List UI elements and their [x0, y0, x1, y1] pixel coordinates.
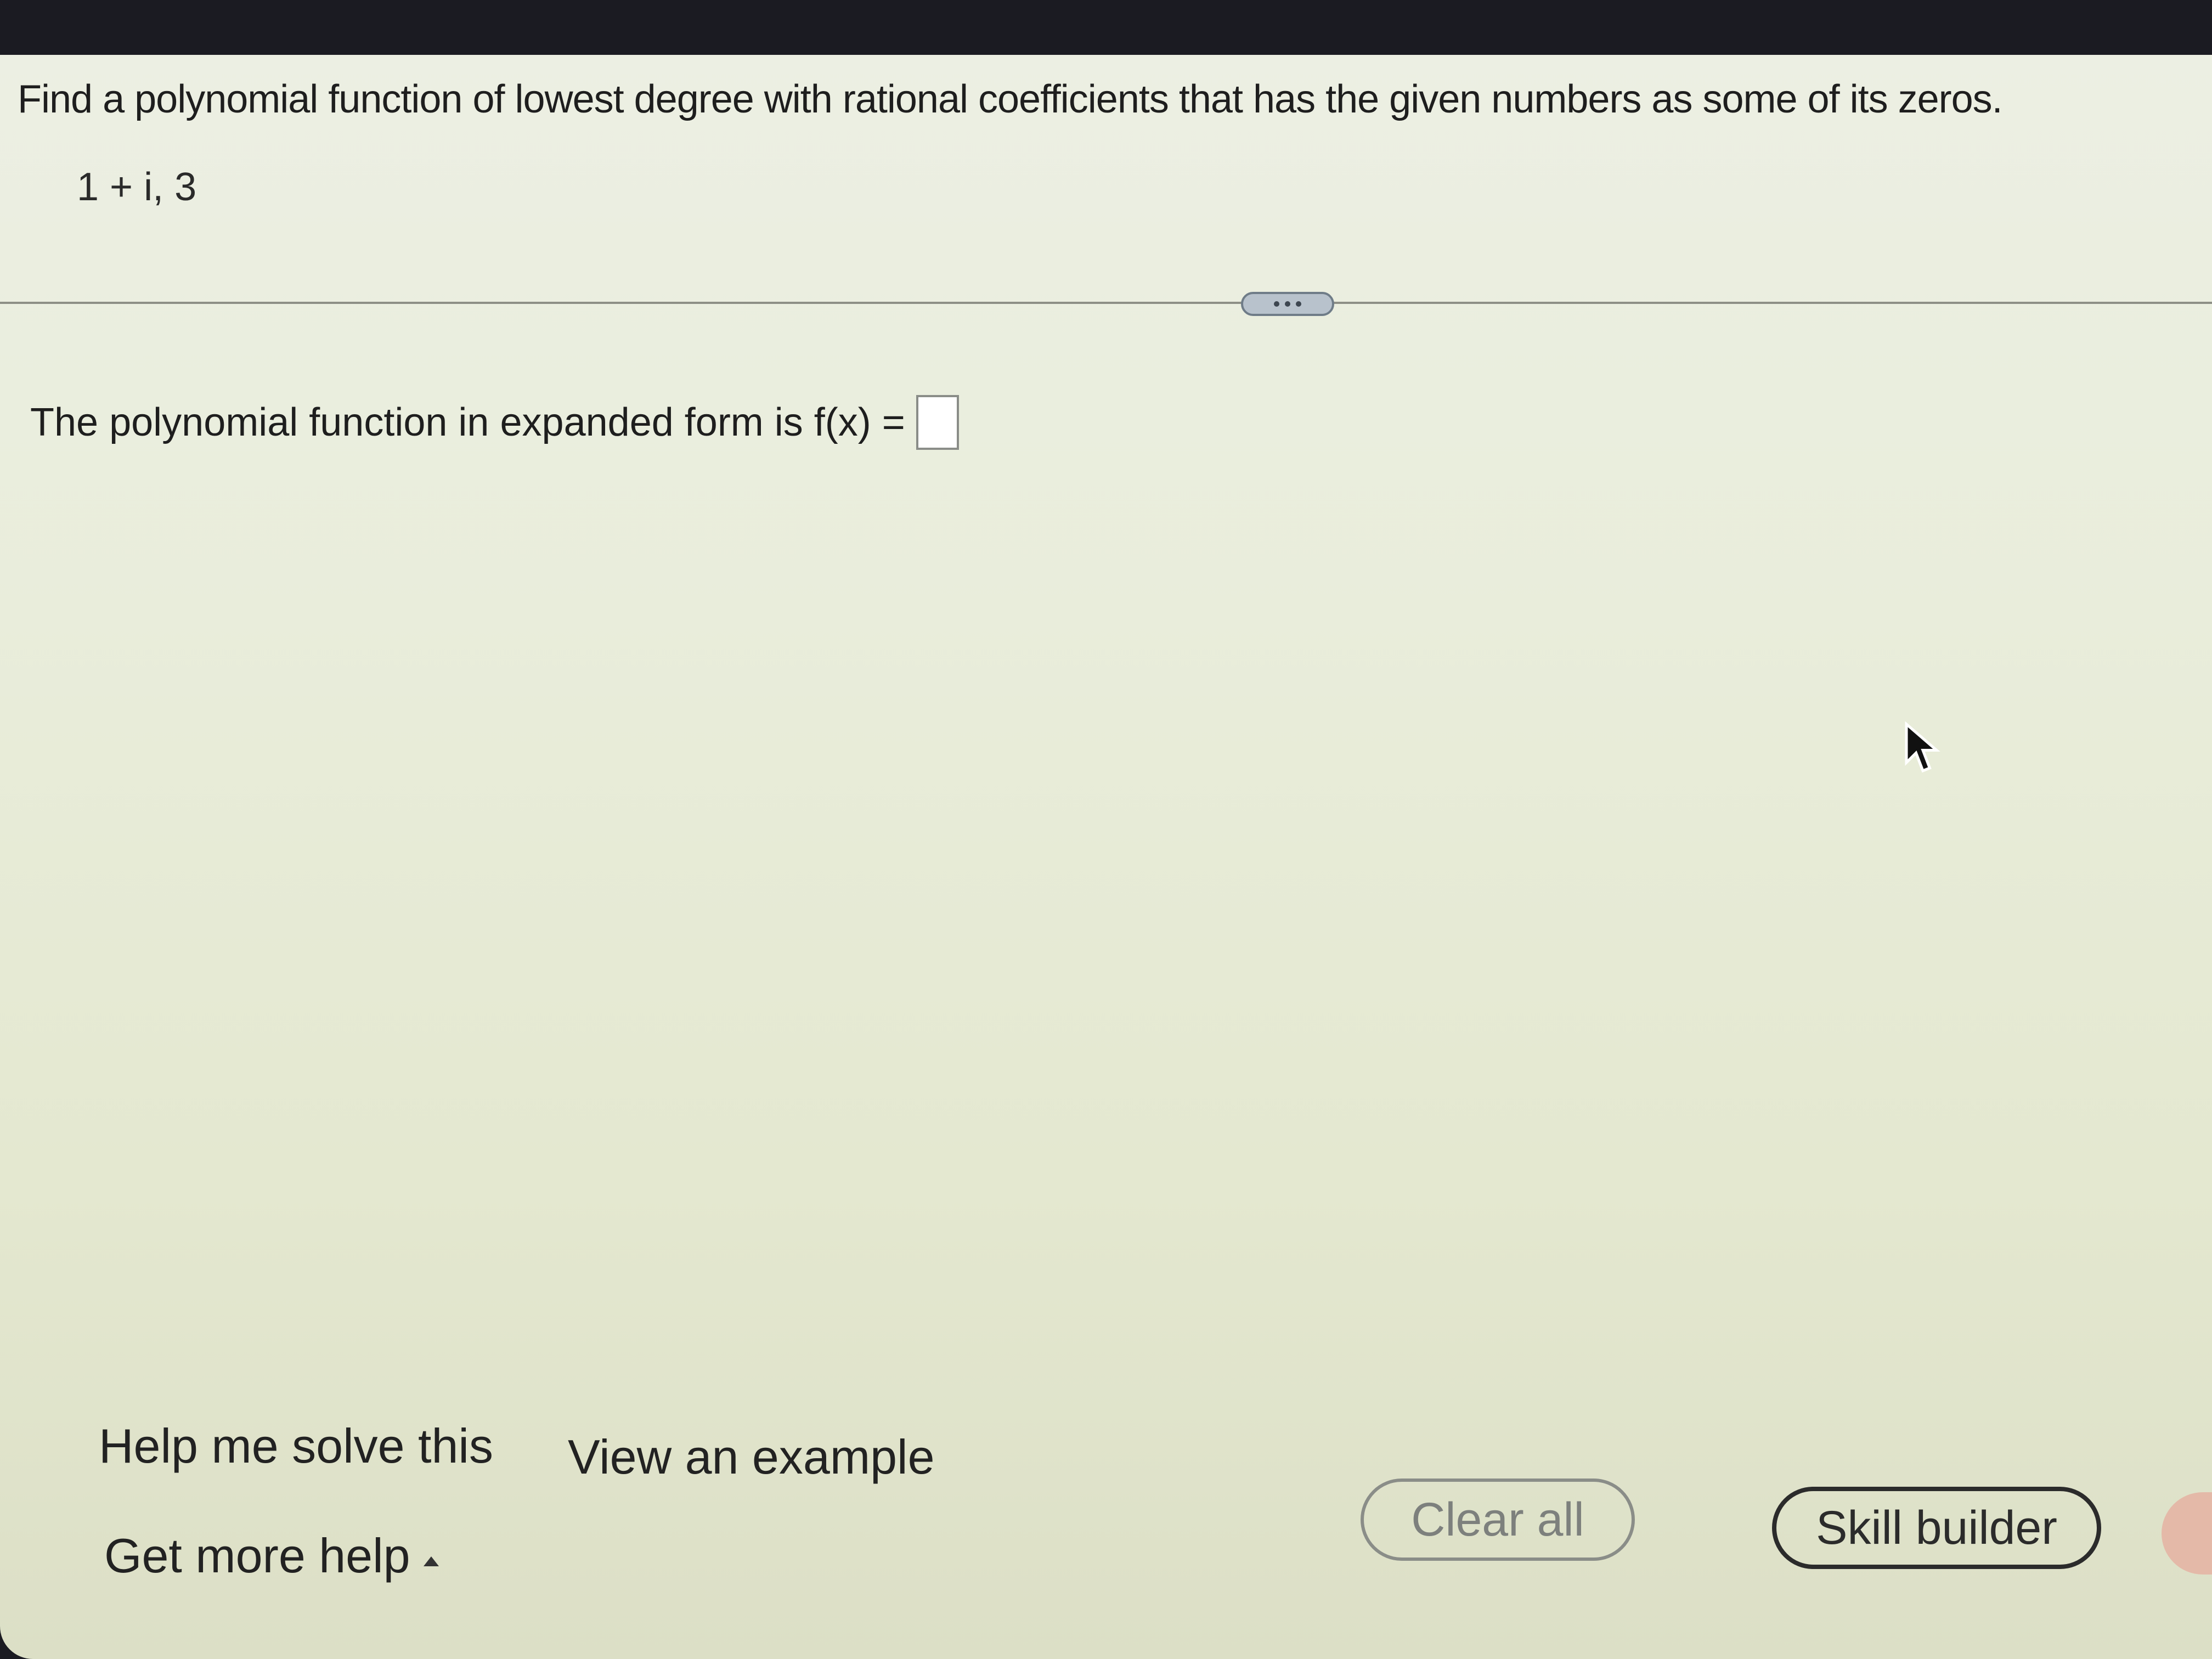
section-divider [0, 302, 2212, 304]
skill-builder-button[interactable]: Skill builder [1772, 1487, 2101, 1569]
answer-input[interactable] [916, 395, 959, 450]
question-panel: Find a polynomial function of lowest deg… [0, 55, 2212, 1659]
clear-all-button[interactable]: Clear all [1361, 1479, 1635, 1561]
get-more-help-label: Get more help [104, 1528, 410, 1583]
ellipsis-icon [1274, 301, 1279, 307]
caret-up-icon [423, 1556, 439, 1566]
get-more-help-link[interactable]: Get more help [104, 1528, 439, 1584]
view-example-link[interactable]: View an example [568, 1429, 935, 1485]
ellipsis-icon [1285, 301, 1290, 307]
answer-line: The polynomial function in expanded form… [30, 395, 959, 450]
ellipsis-icon [1296, 301, 1301, 307]
mouse-pointer-icon [1905, 721, 1940, 773]
given-zeros: 1 + i, 3 [77, 165, 197, 209]
answer-prompt: The polynomial function in expanded form… [30, 400, 905, 444]
expand-handle[interactable] [1241, 292, 1334, 316]
question-text: Find a polynomial function of lowest deg… [18, 77, 2003, 121]
partial-button[interactable] [2162, 1492, 2212, 1575]
help-me-solve-link[interactable]: Help me solve this [99, 1418, 493, 1474]
